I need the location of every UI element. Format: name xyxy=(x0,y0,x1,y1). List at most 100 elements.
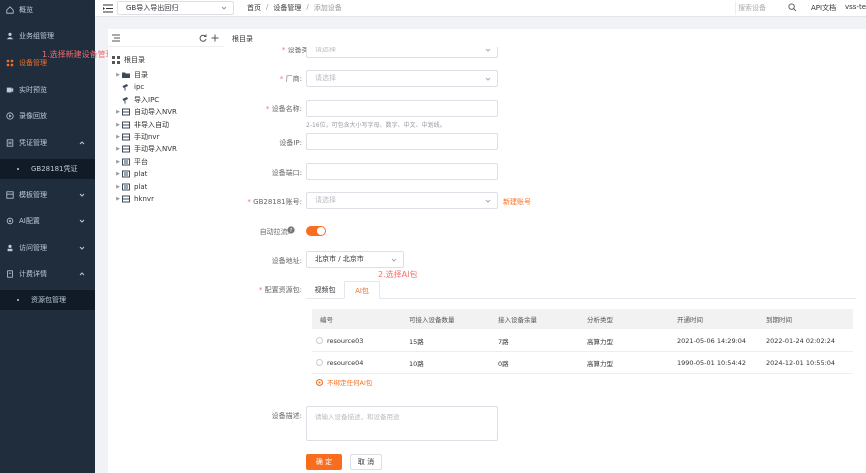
device-ip-input[interactable] xyxy=(306,133,498,150)
tree-node-label: 手动nvr xyxy=(134,133,160,141)
tree-node-label: 平台 xyxy=(134,157,148,166)
nvr-icon xyxy=(122,195,131,203)
breadcrumb-separator: / xyxy=(306,3,309,11)
description-label: 设备描述: xyxy=(271,412,302,420)
caret-right-icon[interactable]: ▶ xyxy=(114,184,122,190)
resource-tabs: 视频包 AI包 xyxy=(306,281,856,299)
sidebar-item-business-group[interactable]: 业务组管理 xyxy=(0,26,95,46)
sidebar-item-access[interactable]: 访问管理 xyxy=(0,238,95,258)
folder-icon xyxy=(122,71,131,79)
sidebar-item-billing[interactable]: 计费详情 xyxy=(0,264,95,284)
sidebar-item-credential[interactable]: 凭证管理 xyxy=(0,133,95,153)
help-icon[interactable]: ? xyxy=(287,226,295,234)
gb-account-select[interactable]: 请选择 xyxy=(306,192,498,209)
sidebar-item-label: 访问管理 xyxy=(19,244,47,252)
description-textarea[interactable]: 请输入设备描述，和设备用途 xyxy=(306,406,498,441)
sidebar-item-playback[interactable]: 录像回放 xyxy=(0,106,95,126)
caret-right-icon[interactable]: ▶ xyxy=(114,122,122,128)
annotation-step-2: 2.选择AI包 xyxy=(378,270,418,279)
tree-node[interactable]: ipc xyxy=(114,81,144,93)
row-capacity: 15路 xyxy=(409,337,424,346)
sidebar-item-template[interactable]: 模板管理 xyxy=(0,185,95,205)
camera-icon xyxy=(122,96,131,104)
chevron-up-icon xyxy=(79,272,85,276)
caret-right-icon[interactable]: ▶ xyxy=(114,196,122,202)
address-label: 设备地址: xyxy=(271,257,302,265)
tree-node[interactable]: ▶ plat xyxy=(114,181,147,193)
vendor-select[interactable]: 请选择 xyxy=(306,70,498,87)
tree-node[interactable]: ▶ 目录 xyxy=(114,69,148,81)
search-icon[interactable] xyxy=(788,3,797,12)
row-capacity: 10路 xyxy=(409,359,424,368)
row-radio[interactable] xyxy=(316,337,323,344)
device-name-input[interactable] xyxy=(306,100,498,117)
caret-right-icon[interactable]: ▶ xyxy=(114,134,122,140)
tree-node-label: hknvr xyxy=(134,195,154,203)
add-icon[interactable] xyxy=(211,34,219,42)
chevron-down-icon xyxy=(79,193,85,197)
sidebar-item-overview[interactable]: 概览 xyxy=(0,0,95,20)
project-select[interactable]: GB导入导出回归 xyxy=(117,1,234,15)
hamburger-icon[interactable] xyxy=(103,4,113,13)
tree-root[interactable]: 根目录 xyxy=(112,54,145,66)
tab-video-package[interactable]: 视频包 xyxy=(306,281,344,299)
col-header-id: 编号 xyxy=(320,316,333,324)
svg-text:?: ? xyxy=(290,228,293,234)
new-account-link[interactable]: 新建账号 xyxy=(503,197,531,207)
breadcrumb: 首页 / 设备管理 / 添加设备 xyxy=(247,3,342,13)
project-select-value: GB导入导出回归 xyxy=(126,4,179,12)
user-menu[interactable]: vss-te xyxy=(845,3,866,11)
tree-node[interactable]: ▶ hknvr xyxy=(114,193,154,205)
table-row[interactable]: resource04 10路 0路 高算力型 1990-05-01 10:54:… xyxy=(312,352,853,374)
device-name-label: * 设备名称: xyxy=(265,105,302,113)
sidebar-item-label: 资源包管理 xyxy=(31,296,66,304)
sidebar-item-resource-package[interactable]: 资源包管理 xyxy=(0,290,95,310)
refresh-icon[interactable] xyxy=(199,34,207,42)
platform-icon xyxy=(122,170,131,178)
user-group-icon xyxy=(5,32,14,41)
caret-right-icon[interactable]: ▶ xyxy=(114,146,122,152)
platform-icon xyxy=(122,183,131,191)
row-radio[interactable] xyxy=(316,359,323,366)
api-doc-link[interactable]: API文档 xyxy=(811,3,836,13)
tree-node[interactable]: ▶ 手动导入NVR xyxy=(114,143,177,155)
breadcrumb-device-management[interactable]: 设备管理 xyxy=(273,3,301,13)
cancel-button[interactable]: 取 消 xyxy=(350,454,382,470)
breadcrumb-home[interactable]: 首页 xyxy=(247,3,261,13)
col-header-end: 到期时间 xyxy=(766,316,792,324)
sidebar-item-label: GB28181凭证 xyxy=(31,165,78,173)
tree-node[interactable]: ▶ 平台 xyxy=(114,156,148,168)
ai-icon xyxy=(5,217,14,226)
vendor-label-text: 厂商: xyxy=(285,75,302,83)
caret-right-icon[interactable]: ▶ xyxy=(114,109,122,115)
collapse-menu-icon[interactable] xyxy=(112,34,120,42)
breadcrumb-current: 添加设备 xyxy=(313,4,342,12)
no-ai-package-option[interactable]: 不绑定任何AI包 xyxy=(312,377,372,387)
caret-right-icon[interactable]: ▶ xyxy=(114,171,122,177)
caret-right-icon[interactable]: ▶ xyxy=(114,159,122,165)
confirm-button[interactable]: 确 定 xyxy=(306,454,342,470)
no-bind-radio[interactable] xyxy=(316,378,323,386)
bullet-icon xyxy=(17,168,19,170)
row-id: resource04 xyxy=(327,358,364,367)
tree-node[interactable]: 导入IPC xyxy=(114,94,159,106)
header-cover xyxy=(224,29,866,47)
tree-node[interactable]: ▶ 自动导入NVR xyxy=(114,106,177,118)
col-header-type: 分析类型 xyxy=(587,316,613,324)
main-content: 根目录 * 设备类型: 请选择 根目录 * 厂商: 请选择 * 设备名称: 2-… xyxy=(224,29,866,473)
person-icon xyxy=(5,244,14,253)
sidebar-item-live-preview[interactable]: 实时预览 xyxy=(0,80,95,100)
tree-node[interactable]: ▶ plat xyxy=(114,168,147,180)
sidebar-item-ai-config[interactable]: AI配置 xyxy=(0,211,95,231)
device-port-input[interactable] xyxy=(306,163,498,180)
tree-node[interactable]: ▶ 非导入自动 xyxy=(114,119,169,131)
tree-node[interactable]: ▶ 手动nvr xyxy=(114,131,159,143)
sidebar-item-gb28181-credential[interactable]: GB28181凭证 xyxy=(0,159,95,179)
tab-ai-package[interactable]: AI包 xyxy=(344,281,380,299)
auto-stream-toggle[interactable] xyxy=(306,226,326,236)
table-row[interactable]: resource03 15路 7路 高算力型 2021-05-06 14:29:… xyxy=(312,330,853,352)
address-cascader[interactable]: 北京市 / 北京市 xyxy=(306,251,404,268)
caret-right-icon[interactable]: ▶ xyxy=(114,72,122,78)
tree-node-label: ipc xyxy=(134,83,145,92)
bullet-icon xyxy=(17,299,19,301)
